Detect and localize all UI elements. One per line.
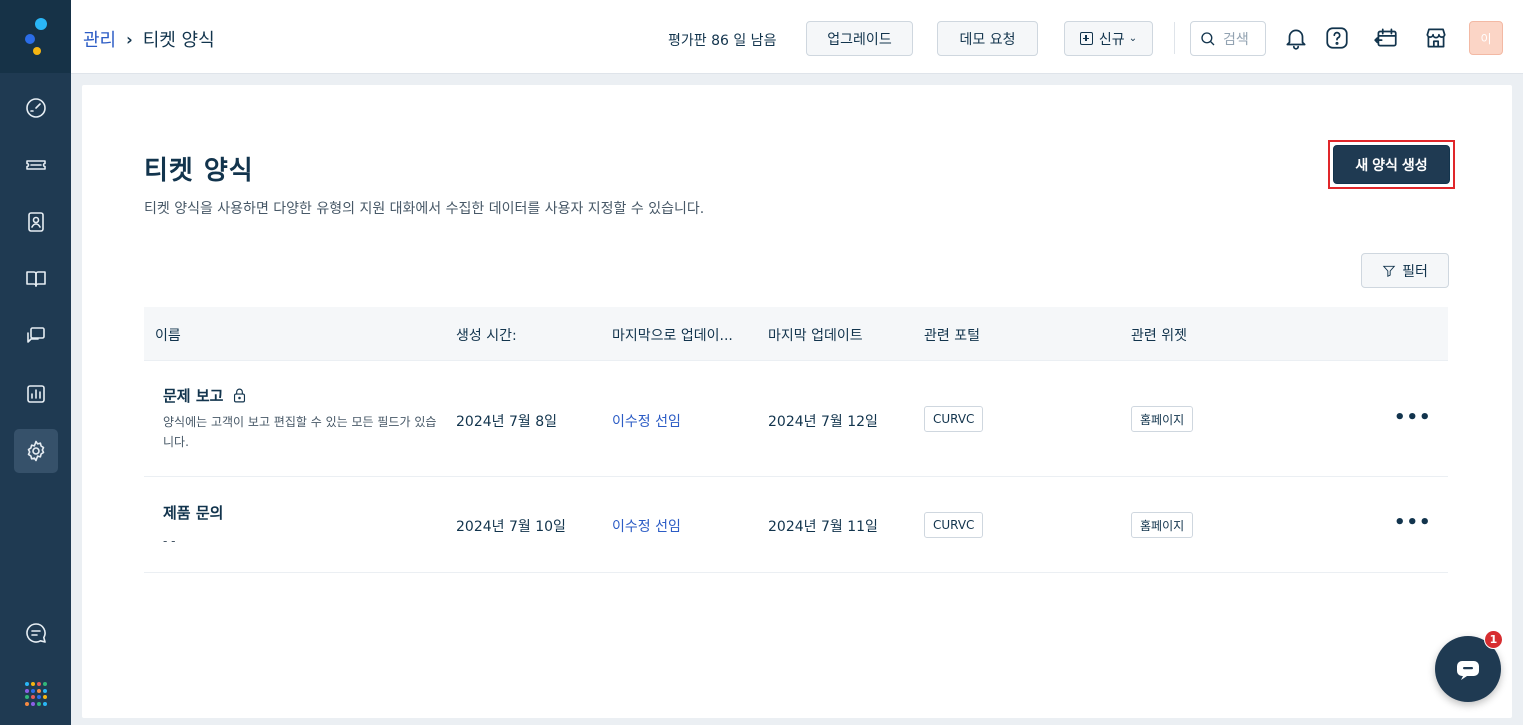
portal-badge: CURVC bbox=[924, 512, 984, 538]
table-header: 이름 생성 시간: 마지막으로 업데이... 마지막 업데이트 관련 포털 관련… bbox=[144, 307, 1448, 361]
marketplace-button[interactable] bbox=[1420, 22, 1452, 54]
logo-area bbox=[0, 0, 71, 73]
form-description: 양식에는 고객이 보고 편집할 수 있는 모든 필드가 있습니다. bbox=[163, 415, 437, 449]
table-row[interactable]: 제품 문의 - - 2024년 7월 10일 이수정 선임 2024년 7월 1… bbox=[144, 477, 1448, 573]
chart-icon bbox=[27, 385, 45, 403]
calendar-arrow-icon bbox=[1374, 28, 1397, 47]
search-input[interactable]: 검색 bbox=[1190, 21, 1266, 56]
updated-by-link[interactable]: 이수정 선임 bbox=[612, 411, 681, 431]
table-row[interactable]: 문제 보고 양식에는 고객이 보고 편집할 수 있는 모든 필드가 있습니다. … bbox=[144, 361, 1448, 477]
demo-request-button[interactable]: 데모 요청 bbox=[937, 21, 1038, 56]
chevron-down-icon: ⌄ bbox=[1128, 33, 1138, 44]
sidebar bbox=[0, 0, 71, 725]
main-content: 티켓 양식 티켓 양식을 사용하면 다양한 유형의 지원 대화에서 수집한 데이… bbox=[82, 85, 1512, 718]
form-name-text: 문제 보고 bbox=[163, 387, 224, 405]
filter-icon bbox=[1382, 265, 1396, 277]
column-header-created[interactable]: 생성 시간: bbox=[456, 325, 517, 345]
sidebar-item-dashboard[interactable] bbox=[14, 86, 58, 130]
sidebar-item-tickets[interactable] bbox=[14, 143, 58, 187]
last-updated-date: 2024년 7월 11일 bbox=[768, 519, 878, 535]
filter-label: 필터 bbox=[1402, 262, 1428, 279]
create-form-button[interactable]: 새 양식 생성 bbox=[1333, 145, 1450, 184]
created-date: 2024년 7월 10일 bbox=[456, 519, 566, 535]
sidebar-item-contacts[interactable] bbox=[14, 200, 58, 244]
form-description: - - bbox=[163, 534, 176, 548]
new-dropdown-button[interactable]: 신규 ⌄ bbox=[1064, 21, 1153, 56]
sidebar-item-conversations[interactable] bbox=[14, 314, 58, 358]
form-name-cell: 문제 보고 양식에는 고객이 보고 편집할 수 있는 모든 필드가 있습니다. bbox=[163, 385, 445, 452]
topbar-divider bbox=[1174, 22, 1175, 54]
more-actions-button[interactable]: ••• bbox=[1394, 407, 1432, 428]
ticket-icon bbox=[26, 160, 46, 170]
forms-table: 이름 생성 시간: 마지막으로 업데이... 마지막 업데이트 관련 포털 관련… bbox=[144, 307, 1448, 573]
chat-unread-badge: 1 bbox=[1484, 630, 1503, 649]
app-logo[interactable] bbox=[23, 18, 51, 58]
column-header-portal[interactable]: 관련 포털 bbox=[924, 325, 980, 345]
search-icon bbox=[1201, 31, 1215, 45]
breadcrumb: 관리 › 티켓 양식 bbox=[83, 26, 215, 52]
page-description: 티켓 양식을 사용하면 다양한 유형의 지원 대화에서 수집한 데이터를 사용자… bbox=[144, 201, 705, 217]
column-header-last-updated[interactable]: 마지막 업데이트 bbox=[768, 325, 863, 345]
column-header-updated-by[interactable]: 마지막으로 업데이... bbox=[612, 325, 733, 345]
page-title: 티켓 양식 bbox=[144, 156, 254, 186]
sidebar-item-reports[interactable] bbox=[14, 372, 58, 416]
topbar: 관리 › 티켓 양식 평가판 86 일 남음 업그레이드 데모 요청 신규 ⌄ … bbox=[71, 0, 1523, 74]
portal-badge: CURVC bbox=[924, 406, 984, 432]
sidebar-item-admin[interactable] bbox=[14, 429, 58, 473]
form-name[interactable]: 문제 보고 bbox=[163, 385, 445, 406]
sidebar-item-team-chat[interactable] bbox=[14, 611, 58, 655]
chat-bubbles-icon bbox=[27, 327, 45, 343]
apps-grid-icon[interactable] bbox=[25, 682, 49, 706]
help-button[interactable] bbox=[1321, 22, 1353, 54]
last-updated-date: 2024년 7월 12일 bbox=[768, 414, 878, 430]
widget-badge: 홈페이지 bbox=[1131, 406, 1194, 432]
more-actions-button[interactable]: ••• bbox=[1394, 512, 1432, 533]
bell-icon bbox=[1286, 29, 1306, 50]
book-icon bbox=[26, 271, 46, 287]
created-date: 2024년 7월 8일 bbox=[456, 414, 557, 430]
message-icon bbox=[26, 623, 46, 643]
store-icon bbox=[1426, 28, 1446, 48]
breadcrumb-current: 티켓 양식 bbox=[142, 30, 215, 51]
help-icon bbox=[1326, 27, 1348, 49]
notifications-button[interactable] bbox=[1280, 22, 1312, 54]
gear-icon bbox=[27, 440, 45, 462]
search-placeholder: 검색 bbox=[1223, 31, 1249, 48]
breadcrumb-admin-link[interactable]: 관리 bbox=[83, 26, 116, 52]
column-header-name[interactable]: 이름 bbox=[155, 325, 181, 345]
plus-square-icon bbox=[1079, 32, 1093, 45]
calendar-switch-button[interactable] bbox=[1370, 22, 1402, 54]
new-button-label: 신규 bbox=[1098, 31, 1125, 48]
form-name-cell: 제품 문의 - - bbox=[163, 502, 445, 551]
avatar[interactable]: 이 bbox=[1469, 21, 1503, 55]
updated-by-link[interactable]: 이수정 선임 bbox=[612, 516, 681, 536]
gauge-icon bbox=[26, 98, 46, 118]
chat-icon bbox=[1457, 661, 1479, 680]
filter-button[interactable]: 필터 bbox=[1361, 253, 1449, 288]
widget-badge: 홈페이지 bbox=[1131, 512, 1194, 538]
lock-icon bbox=[234, 388, 246, 403]
trial-days-text: 평가판 86 일 남음 bbox=[668, 33, 777, 49]
column-header-widget[interactable]: 관련 위젯 bbox=[1131, 325, 1187, 345]
upgrade-button[interactable]: 업그레이드 bbox=[806, 21, 913, 56]
form-name[interactable]: 제품 문의 bbox=[163, 502, 445, 523]
breadcrumb-separator: › bbox=[126, 29, 133, 49]
sidebar-item-solutions[interactable] bbox=[14, 257, 58, 301]
form-name-text: 제품 문의 bbox=[163, 504, 224, 522]
contact-icon bbox=[28, 212, 44, 232]
